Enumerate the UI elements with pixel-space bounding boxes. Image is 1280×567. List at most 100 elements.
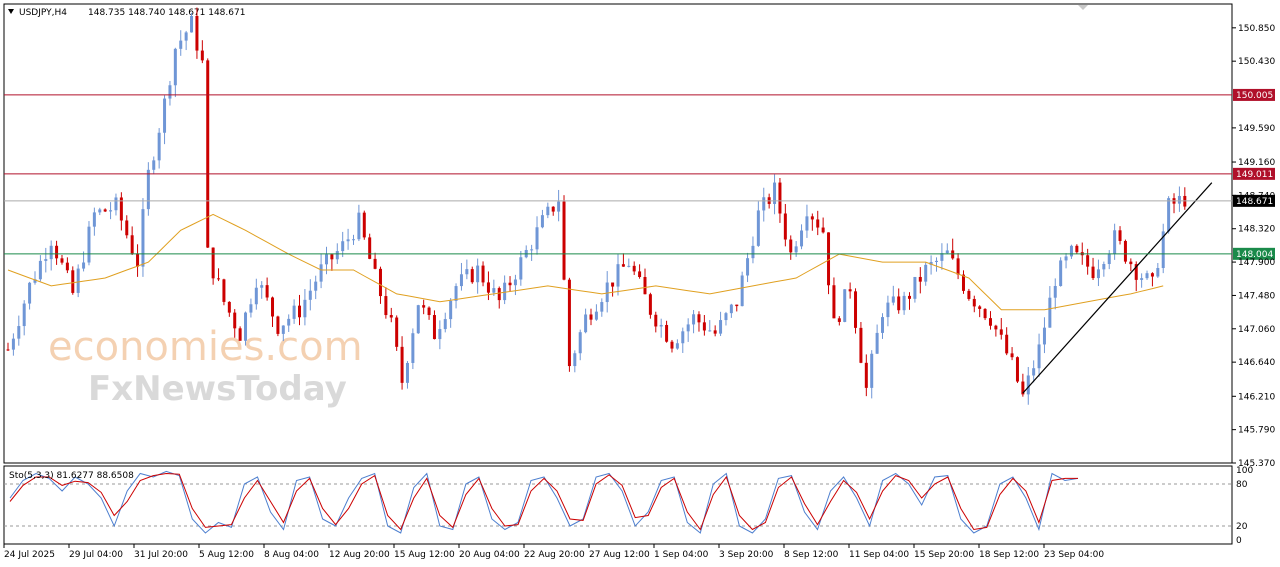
candle-bear (827, 232, 831, 286)
candle-bull (22, 303, 26, 327)
candle-bear (368, 237, 372, 259)
candle-bull (881, 317, 885, 333)
candle-bull (756, 210, 760, 246)
candle-bear (55, 245, 59, 259)
time-tick-label: 11 Sep 04:00 (849, 550, 909, 560)
candle-bull (1096, 269, 1100, 279)
candle-bull (1048, 297, 1052, 328)
candle-bear (217, 278, 221, 280)
candle-bear (972, 298, 976, 307)
candle-bear (648, 294, 652, 315)
watermark-economies: economies.com (48, 324, 363, 370)
candle-bear (378, 268, 382, 297)
candle-bear (103, 209, 107, 212)
price-tick-label: 147.480 (1238, 291, 1275, 301)
candle-bull (875, 332, 879, 354)
candle-bull (557, 201, 561, 212)
candle-bear (567, 279, 571, 367)
candle-bear (211, 247, 215, 279)
candle-bull (168, 85, 172, 99)
candle-bear (589, 314, 593, 320)
candle-bear (373, 258, 377, 269)
candle-bear (908, 295, 912, 299)
candle-bull (1177, 195, 1181, 204)
candle-bear (6, 349, 10, 351)
candle-bull (28, 282, 32, 304)
candle-bull (1167, 198, 1171, 232)
candle-bear (389, 315, 393, 318)
candle-bull (1026, 375, 1030, 395)
candle-bull (659, 324, 663, 327)
candle-bull (902, 295, 906, 311)
candle-bear (265, 285, 269, 298)
candle-bear (961, 274, 965, 291)
candle-bear (654, 314, 658, 327)
candle-bear (136, 253, 140, 267)
candle-bull (1113, 230, 1117, 254)
candle-bull (11, 338, 15, 350)
candle-bull (44, 259, 48, 261)
candle-bear (508, 282, 512, 286)
candle-bear (195, 15, 199, 51)
candle-bear (632, 265, 636, 272)
candle-bull (314, 281, 318, 291)
candle-bear (643, 277, 647, 295)
candle-bear (1129, 261, 1133, 265)
candle-bull (87, 226, 91, 263)
candle-bear (222, 279, 226, 302)
candle-bull (584, 314, 588, 333)
candle-bull (324, 254, 328, 265)
candle-bear (778, 182, 782, 214)
stoch-tick-label: 20 (1236, 522, 1248, 532)
candle-bull (762, 197, 766, 211)
candle-bull (1037, 344, 1041, 369)
candle-bull (351, 239, 355, 241)
symbol-label: USDJPY,H4 (19, 8, 67, 18)
price-tick-label: 149.590 (1238, 124, 1275, 134)
candle-bear (432, 315, 436, 340)
candle-bull (573, 353, 577, 367)
candle-bull (530, 249, 534, 251)
candle-bull (449, 300, 453, 320)
candle-bear (697, 314, 701, 323)
candle-bull (146, 169, 150, 210)
time-tick-label: 15 Sep 20:00 (914, 550, 974, 560)
time-axis: 24 Jul 2025 29 Jul 04:00 31 Jul 20:00 5 Aug… (3, 544, 1104, 560)
candle-bear (832, 285, 836, 319)
candle-bear (978, 306, 982, 309)
candle-bear (665, 324, 669, 342)
candle-bear (918, 276, 922, 282)
time-tick-label: 3 Sep 20:00 (719, 550, 774, 560)
candle-bear (206, 60, 210, 248)
candle-bull (578, 332, 582, 354)
candle-bear (821, 227, 825, 233)
stoch-label: Sto(5,3,3) 81.6277 88.6508 (9, 471, 134, 481)
candle-bear (702, 322, 706, 331)
candle-bull (357, 212, 361, 240)
candle-bull (287, 318, 291, 326)
candle-bear (611, 282, 615, 287)
candle-bear (638, 271, 642, 278)
candle-bear (789, 239, 793, 253)
time-tick-label: 29 Jul 04:00 (69, 550, 123, 560)
candle-bull (459, 274, 463, 287)
candle-bear (551, 206, 555, 212)
candle-bear (130, 235, 134, 254)
candle-bull (719, 320, 723, 334)
price-tick-label: 149.160 (1238, 158, 1275, 168)
candle-bear (486, 282, 490, 293)
candle-bull (805, 216, 809, 231)
price-tick-label: 148.740 (1238, 191, 1275, 201)
candle-bear (395, 317, 399, 347)
candle-bull (319, 264, 323, 282)
candle-bear (848, 289, 852, 292)
candle-bear (837, 318, 841, 322)
candle-bull (184, 32, 188, 41)
candle-bear (1091, 266, 1095, 279)
time-tick-label: 31 Jul 20:00 (134, 550, 188, 560)
watermark-fxnewstoday: FxNewsToday (88, 369, 347, 409)
candle-bull (519, 257, 523, 280)
candle-bull (751, 245, 755, 259)
candle-bear (362, 212, 366, 238)
candle-bull (886, 302, 890, 318)
